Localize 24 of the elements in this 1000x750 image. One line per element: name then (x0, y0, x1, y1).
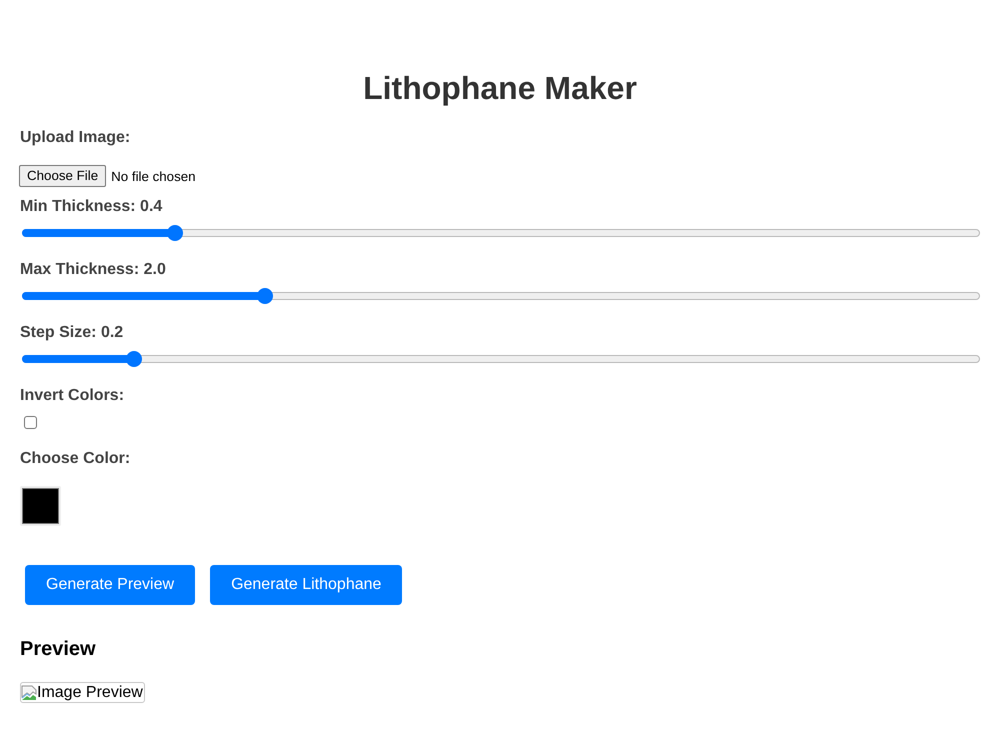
file-status-text: No file chosen (111, 168, 196, 184)
invert-label: Invert Colors: (20, 386, 126, 406)
page-title: Lithophane Maker (362, 69, 638, 108)
broken-image-icon (21, 684, 37, 700)
slider-reading: 2.0 (144, 260, 166, 280)
slider-reading: 0.2 (100, 323, 124, 343)
choose-file-button[interactable]: Choose File (19, 165, 106, 187)
slider-reading: 0.4 (140, 197, 162, 217)
image-alt-text: Image Preview (37, 684, 143, 702)
slider-label: Max Thickness: (20, 260, 140, 280)
color-label: Choose Color: (20, 449, 132, 469)
action-button[interactable]: Generate Lithophane (210, 565, 402, 605)
slider-label: Min Thickness: (20, 197, 136, 217)
slider-label: Step Size: (20, 323, 96, 343)
range-slider[interactable] (22, 351, 980, 367)
upload-label: Upload Image: (20, 128, 132, 148)
slider-thumb[interactable] (167, 225, 184, 241)
action-button[interactable]: Generate Preview (25, 565, 196, 605)
slider-thumb[interactable] (257, 288, 274, 304)
slider-thumb[interactable] (126, 351, 142, 367)
preview-heading: Preview (20, 637, 97, 661)
range-slider[interactable] (22, 288, 980, 304)
range-slider[interactable] (22, 225, 980, 241)
checkbox[interactable] (24, 416, 37, 429)
